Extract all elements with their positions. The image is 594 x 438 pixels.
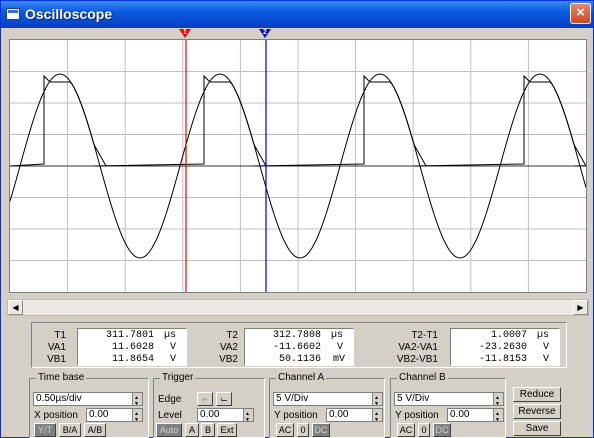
vb1-unit: V <box>170 354 177 365</box>
channel-b-scale-field[interactable]: 5 V/Div <box>394 392 504 410</box>
channel-b-ac-button[interactable]: AC <box>397 423 415 437</box>
t2-value: 312.7808 <box>272 330 321 341</box>
channel-b-ypos-spinner[interactable] <box>493 408 503 426</box>
va2-unit: V <box>337 342 344 353</box>
channel-a-group: Channel A 5 V/Div Y position 0.00 AC 0 D… <box>269 372 385 438</box>
level-label: Level <box>158 410 182 421</box>
vb2-label: VB2 <box>219 354 238 365</box>
va2-va1-label: VA2-VA1 <box>398 342 438 353</box>
t1-unit: µs <box>164 330 177 341</box>
col2-readout-box: 312.7808 µs -11.6602 V 50.1136 mV <box>244 328 354 366</box>
channel-b-dc-button[interactable]: DC <box>433 423 451 437</box>
va2-va1-unit: V <box>543 342 550 353</box>
channel-a-ypos-value: 0.00 <box>329 409 349 420</box>
level-field[interactable]: 0.00 <box>197 408 254 426</box>
x-position-spinner[interactable] <box>132 408 142 426</box>
vb2-vb1-value: -11.8153 <box>478 354 527 365</box>
timebase-scale-field[interactable]: 0.50µs/div <box>33 392 143 410</box>
mode-ba-button[interactable]: B/A <box>59 423 81 437</box>
t2-label: T2 <box>226 330 238 341</box>
va2-label: VA2 <box>219 342 238 353</box>
vb2-vb1-unit: V <box>543 354 550 365</box>
title-bar[interactable]: Oscilloscope × <box>1 1 593 28</box>
channel-b-group: Channel B 5 V/Div Y position 0.00 AC 0 D… <box>390 372 506 438</box>
t1-value: 311.7801 <box>105 330 154 341</box>
channel-b-ypos-label: Y position <box>395 410 439 421</box>
x-position-label: X position <box>34 410 78 421</box>
trigger-ext-button[interactable]: Ext <box>217 423 237 437</box>
t2-t1-unit: µs <box>537 330 550 341</box>
falling-edge-icon[interactable]: ⌙ <box>216 392 232 406</box>
cursor-2-handle[interactable]: 2 <box>259 29 271 38</box>
x-position-value: 0.00 <box>89 409 109 420</box>
trigger-b-button[interactable]: B <box>201 423 215 437</box>
vb1-value: 11.8654 <box>111 354 154 365</box>
rising-edge-icon[interactable]: ⌐ <box>197 392 213 406</box>
channel-b-scale-spinner[interactable] <box>493 392 503 410</box>
timebase-title: Time base <box>36 372 87 383</box>
horizontal-scrollbar[interactable]: ◀ ▶ <box>7 299 589 316</box>
timebase-scale-spinner[interactable] <box>132 392 142 410</box>
level-value: 0.00 <box>200 409 220 420</box>
reduce-button[interactable]: Reduce <box>513 387 561 402</box>
t2-unit: µs <box>331 330 344 341</box>
cursor-1-handle[interactable]: 1 <box>179 29 191 38</box>
edge-label: Edge <box>158 394 182 405</box>
channel-b-ypos-field[interactable]: 0.00 <box>447 408 504 426</box>
vb2-vb1-label: VB2-VB1 <box>396 354 438 365</box>
timebase-group: Time base 0.50µs/div X position 0.00 Y/T… <box>29 372 149 438</box>
scope-display <box>9 39 587 293</box>
save-button[interactable]: Save <box>513 421 561 436</box>
channel-a-ypos-label: Y position <box>274 410 318 421</box>
scroll-left-button[interactable]: ◀ <box>8 300 23 315</box>
t2-t1-value: 1.0007 <box>490 330 527 341</box>
va1-unit: V <box>170 342 177 353</box>
cursor-readouts: T1 VA1 VB1 311.7801 µs 11.6028 V 11.8654… <box>31 322 567 368</box>
timebase-scale-value: 0.50µs/div <box>36 393 82 404</box>
va2-va1-value: -23.2630 <box>478 342 527 353</box>
trigger-group: Trigger Edge ⌐ ⌙ Level 0.00 Auto A B Ext <box>153 372 265 438</box>
col3-readout-box: 1.0007 µs -23.2630 V -11.8153 V <box>450 328 560 366</box>
trigger-auto-button[interactable]: Auto <box>156 423 182 437</box>
va1-label: VA1 <box>47 342 66 353</box>
oscilloscope-app-icon <box>6 8 20 20</box>
scroll-right-button[interactable]: ▶ <box>573 300 588 315</box>
close-button[interactable]: × <box>570 3 591 24</box>
trigger-a-button[interactable]: A <box>185 423 199 437</box>
scope-graticule <box>10 40 586 292</box>
channel-b-title: Channel B <box>397 372 448 383</box>
va2-value: -11.6602 <box>272 342 321 353</box>
channel-b-ypos-value: 0.00 <box>450 409 470 420</box>
vb2-unit: mV <box>333 354 346 365</box>
x-position-field[interactable]: 0.00 <box>86 408 143 426</box>
va1-value: 11.6028 <box>111 342 154 353</box>
vb1-label: VB1 <box>47 354 66 365</box>
mode-ab-button[interactable]: A/B <box>84 423 106 437</box>
t1-label: T1 <box>54 330 66 341</box>
trigger-title: Trigger <box>160 372 196 383</box>
t2-t1-label: T2-T1 <box>411 330 438 341</box>
reverse-button[interactable]: Reverse <box>513 404 561 419</box>
channel-a-scale-spinner[interactable] <box>372 392 382 410</box>
channel-a-title: Channel A <box>276 372 327 383</box>
channel-a-scale-field[interactable]: 5 V/Div <box>273 392 383 410</box>
channel-b-scale-value: 5 V/Div <box>397 393 430 404</box>
channel-b-zero-button[interactable]: 0 <box>418 423 430 437</box>
level-spinner[interactable] <box>243 408 253 426</box>
mode-yt-button[interactable]: Y/T <box>34 423 56 437</box>
window-title: Oscilloscope <box>25 6 113 22</box>
channel-a-scale-value: 5 V/Div <box>276 393 309 404</box>
col1-readout-box: 311.7801 µs 11.6028 V 11.8654 V <box>77 328 187 366</box>
channel-a-zero-button[interactable]: 0 <box>297 423 309 437</box>
channel-a-ac-button[interactable]: AC <box>276 423 294 437</box>
oscilloscope-window: Oscilloscope × 1 2 ◀ ▶ T1 VA1 VB1 311.78… <box>0 0 594 438</box>
channel-a-ypos-spinner[interactable] <box>372 408 382 426</box>
vb2-value: 50.1136 <box>278 354 321 365</box>
channel-a-ypos-field[interactable]: 0.00 <box>326 408 383 426</box>
channel-a-dc-button[interactable]: DC <box>312 423 330 437</box>
